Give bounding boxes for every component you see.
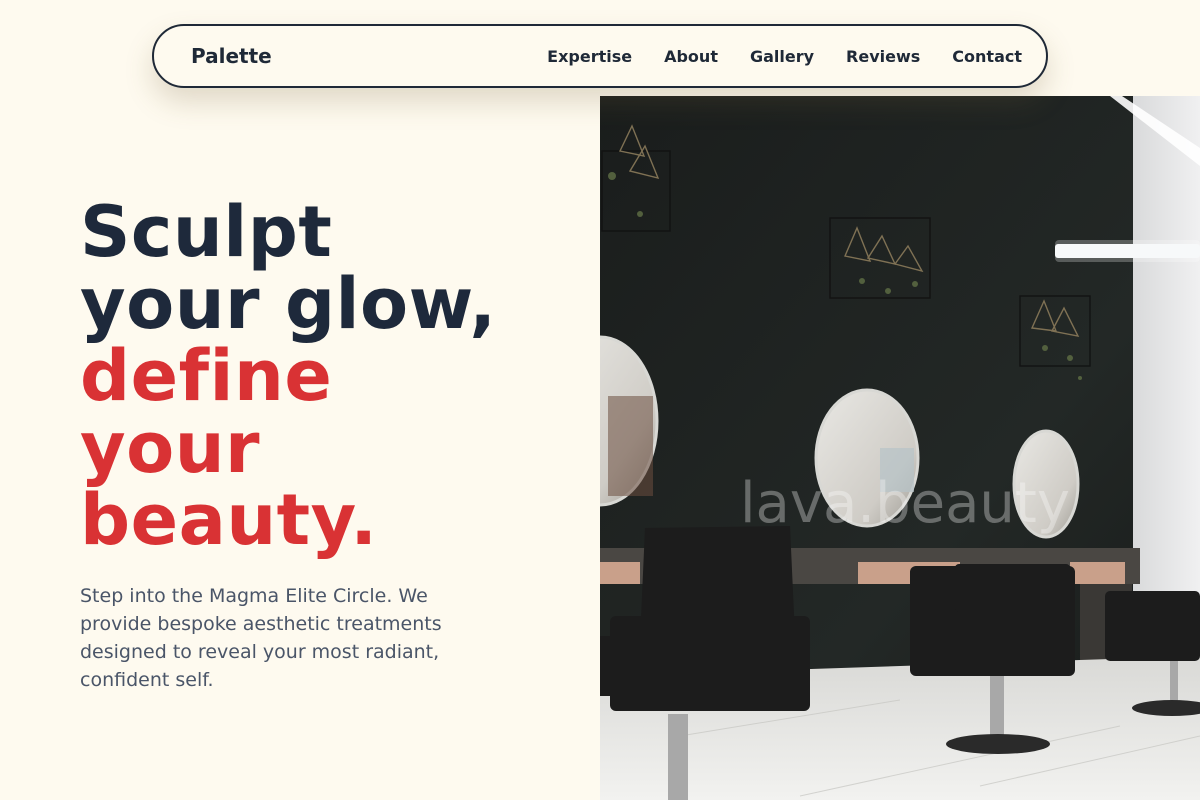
brand-logo[interactable]: Palette bbox=[191, 44, 272, 68]
nav-link-about[interactable]: About bbox=[664, 47, 718, 66]
image-watermark-text: lava.beauty bbox=[740, 471, 1070, 536]
navbar: Palette Expertise About Gallery Reviews … bbox=[152, 24, 1048, 88]
hero-description: Step into the Magma Elite Circle. We pro… bbox=[80, 585, 442, 691]
hero-title-accent-2: your bbox=[80, 407, 261, 489]
hero-title-accent-3: beauty. bbox=[80, 479, 378, 561]
nav-link-contact[interactable]: Contact bbox=[952, 47, 1022, 66]
hero-title-accent-1: define bbox=[80, 335, 333, 417]
nav-link-gallery[interactable]: Gallery bbox=[750, 47, 814, 66]
nav-link-expertise[interactable]: Expertise bbox=[547, 47, 632, 66]
hero-title-line-1: Sculpt bbox=[80, 191, 333, 273]
hero-salon-image: lava.beauty bbox=[600, 96, 1200, 800]
nav-links: Expertise About Gallery Reviews Contact bbox=[547, 47, 1022, 66]
nav-link-reviews[interactable]: Reviews bbox=[846, 47, 920, 66]
hero-title: Sculpt your glow, define your beauty. bbox=[80, 196, 496, 556]
hero-title-line-2: your glow, bbox=[80, 263, 497, 345]
